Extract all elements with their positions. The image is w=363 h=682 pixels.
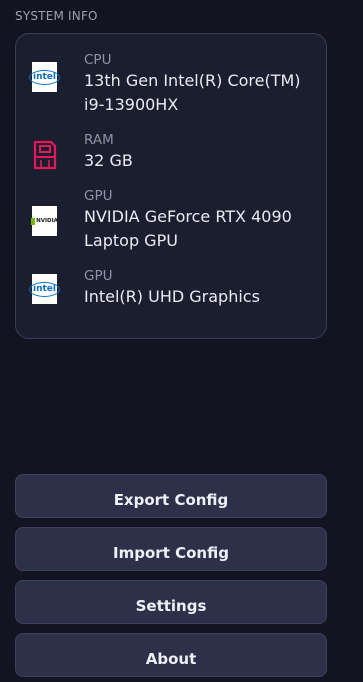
intel-icon: intel <box>29 62 60 92</box>
system-info-panel: SYSTEM INFO intel CPU 13th Gen Intel(R) … <box>0 0 363 682</box>
intel-icon: intel <box>29 274 60 304</box>
ram-icon <box>32 140 57 170</box>
hardware-value: NVIDIA GeForce RTX 4090 Laptop GPU <box>84 207 292 250</box>
hardware-label: CPU <box>84 52 112 68</box>
hardware-label: GPU <box>84 268 113 284</box>
hardware-card: intel CPU 13th Gen Intel(R) Core(TM) i9-… <box>15 33 327 339</box>
settings-button[interactable]: Settings <box>15 580 327 624</box>
hardware-item-gpu-nvidia: NVIDIA GPU NVIDIA GeForce RTX 4090 Lapto… <box>31 187 322 255</box>
export-config-button[interactable]: Export Config <box>15 474 327 518</box>
import-config-button[interactable]: Import Config <box>15 527 327 571</box>
hardware-value: 32 GB <box>84 151 133 170</box>
hardware-item-gpu-intel: intel GPU Intel(R) UHD Graphics <box>29 267 322 311</box>
hardware-item-ram: RAM 32 GB <box>32 131 322 175</box>
hardware-label: GPU <box>84 188 113 204</box>
hardware-item-cpu: intel CPU 13th Gen Intel(R) Core(TM) i9-… <box>29 51 322 119</box>
about-button[interactable]: About <box>15 633 327 677</box>
hardware-value: Intel(R) UHD Graphics <box>84 287 260 306</box>
nvidia-icon: NVIDIA <box>31 206 58 236</box>
hardware-value: 13th Gen Intel(R) Core(TM) i9-13900HX <box>84 71 301 114</box>
section-title: SYSTEM INFO <box>15 9 98 23</box>
hardware-label: RAM <box>84 132 114 148</box>
